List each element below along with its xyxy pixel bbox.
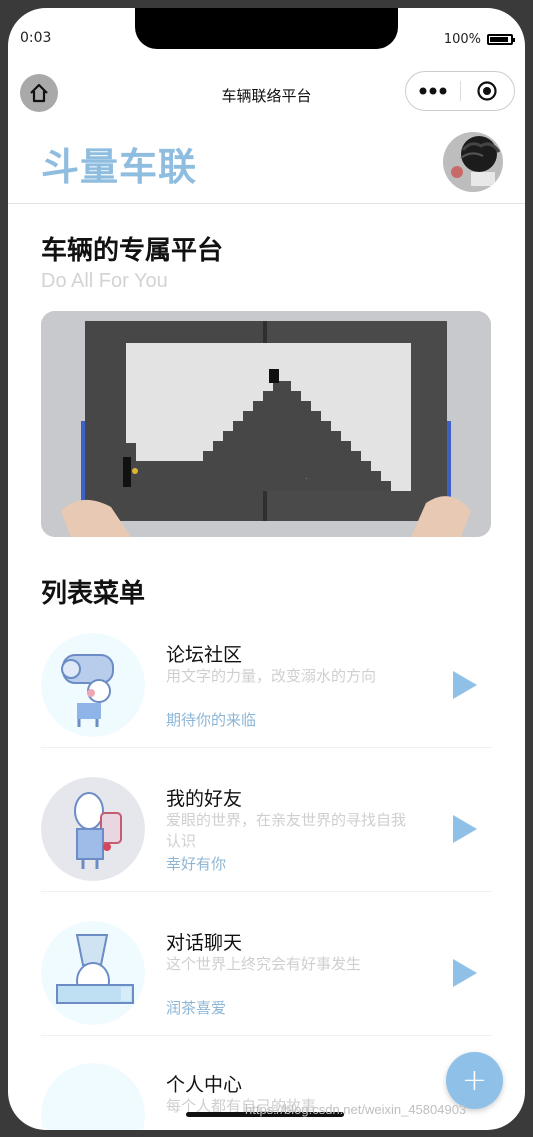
list-item-forum[interactable]: 论坛社区 用文字的力量，改变溺水的方向 期待你的来临 bbox=[41, 613, 491, 748]
battery-percent: 100% bbox=[443, 32, 481, 47]
item-divider bbox=[41, 891, 491, 892]
list-item-friends[interactable]: 我的好友 爱眼的世界，在亲友世界的寻找自我认识 幸好有你 bbox=[41, 757, 491, 892]
watermark: https://blog.csdn.net/weixin_45804903 bbox=[245, 1102, 467, 1117]
item-tag: 幸好有你 bbox=[166, 855, 227, 873]
list-title: 列表菜单 bbox=[41, 579, 146, 609]
chat-character-icon bbox=[41, 921, 145, 1025]
mini-program-capsule bbox=[405, 71, 515, 111]
book-illustration: . bbox=[41, 311, 491, 537]
drum-character-icon bbox=[41, 777, 145, 881]
more-dots-icon bbox=[419, 87, 447, 95]
person-center-icon bbox=[41, 1063, 145, 1130]
item-title: 我的好友 bbox=[166, 788, 243, 810]
hero-subtitle: Do All For You bbox=[41, 270, 168, 292]
item-tag: 期待你的来临 bbox=[166, 711, 257, 729]
item-desc: 用文字的力量，改变溺水的方向 bbox=[166, 667, 377, 685]
item-desc: 爱眼的世界，在亲友世界的寻找自我认识 bbox=[166, 811, 407, 850]
item-desc: 这个世界上终究会有好事发生 bbox=[166, 955, 362, 973]
close-button[interactable] bbox=[461, 72, 515, 110]
item-title: 个人中心 bbox=[166, 1074, 243, 1096]
phone-screen: 0:03 100% 车辆联络平台 斗量车联 车辆的专属平台 Do All For… bbox=[8, 8, 525, 1130]
item-tag: 润茶喜爱 bbox=[166, 999, 227, 1017]
play-arrow-icon[interactable] bbox=[453, 671, 477, 699]
add-button[interactable]: + bbox=[446, 1052, 503, 1109]
robot-scroll-icon bbox=[41, 633, 145, 737]
status-time: 0:03 bbox=[20, 30, 52, 46]
notch bbox=[135, 8, 398, 49]
target-close-icon bbox=[477, 81, 497, 101]
header-divider bbox=[8, 203, 525, 204]
item-divider bbox=[41, 1035, 491, 1036]
avatar[interactable] bbox=[443, 132, 503, 192]
list-item-chat[interactable]: 对话聊天 这个世界上终究会有好事发生 润茶喜爱 bbox=[41, 901, 491, 1036]
play-arrow-icon[interactable] bbox=[453, 815, 477, 843]
play-arrow-icon[interactable] bbox=[453, 959, 477, 987]
brand-title: 斗量车联 bbox=[41, 145, 198, 189]
battery-icon bbox=[487, 34, 515, 45]
avatar-image bbox=[443, 132, 503, 192]
hero-title: 车辆的专属平台 bbox=[41, 236, 224, 266]
hero-banner-image[interactable]: . bbox=[41, 311, 491, 537]
more-button[interactable] bbox=[406, 72, 460, 110]
item-divider bbox=[41, 747, 491, 748]
item-title: 论坛社区 bbox=[166, 644, 243, 666]
item-title: 对话聊天 bbox=[166, 932, 243, 954]
status-battery: 100% bbox=[443, 32, 515, 47]
